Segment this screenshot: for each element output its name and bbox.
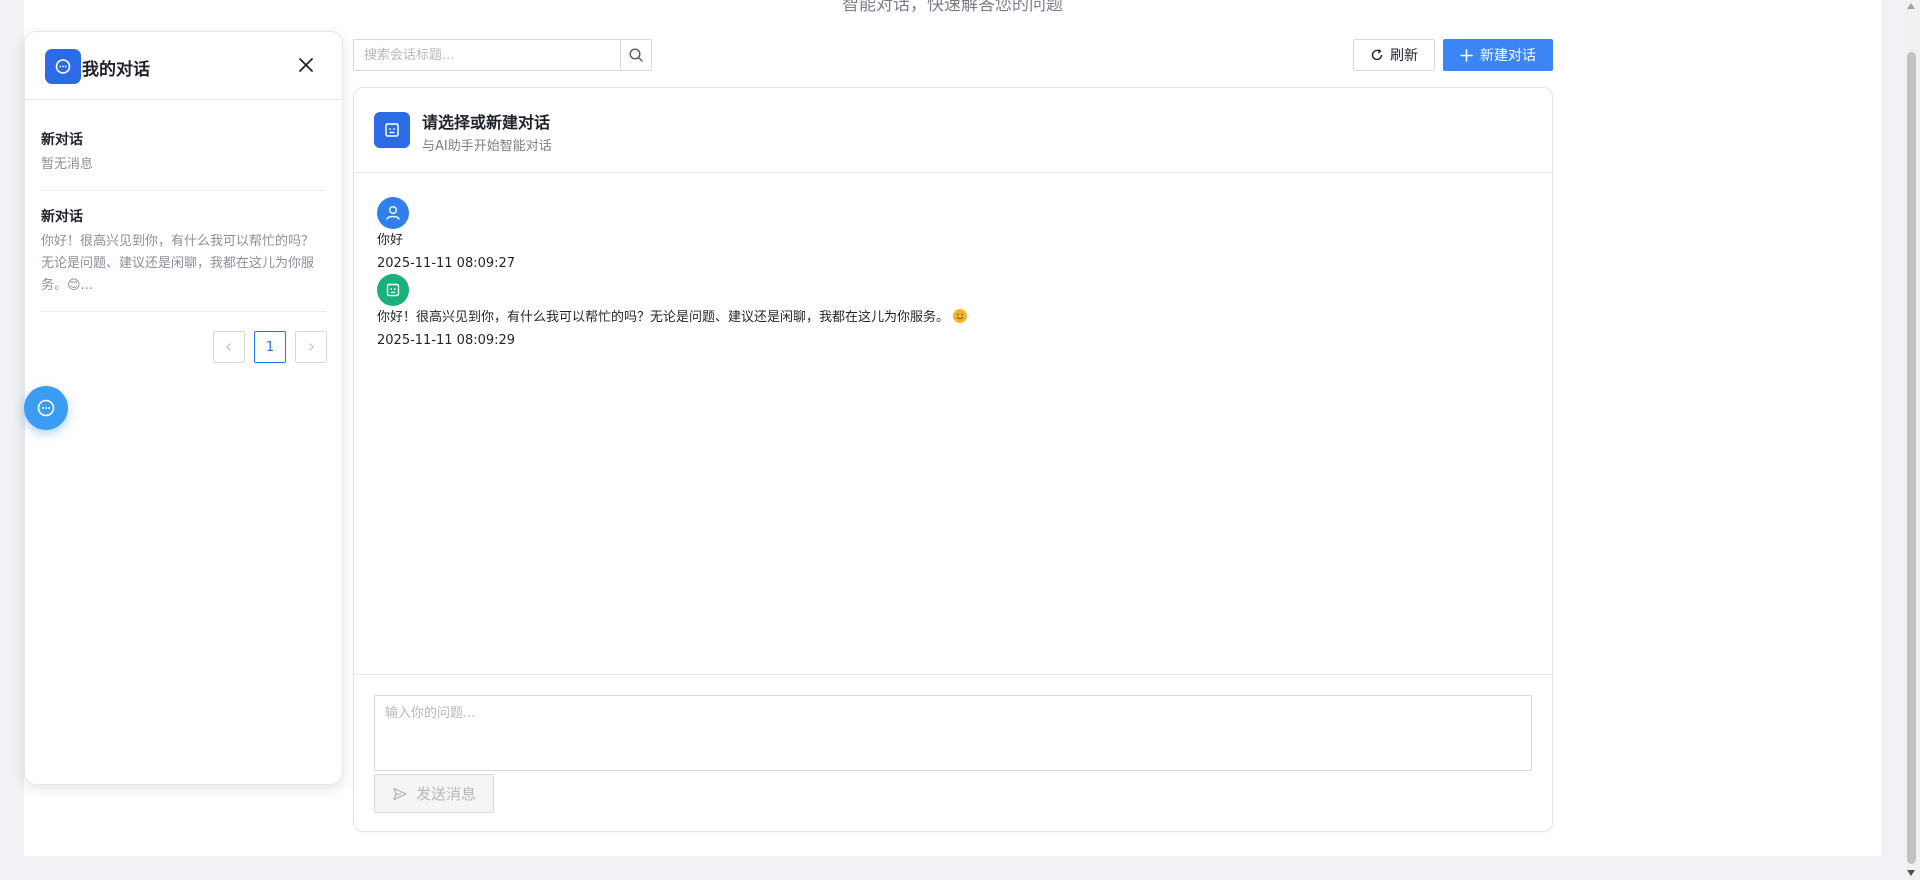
chat-panel: 请选择或新建对话 与AI助手开始智能对话 你好 2025-11-11 08:09…: [353, 87, 1553, 832]
page-scrollbar[interactable]: [1903, 0, 1920, 880]
sidebar-title: 我的对话: [82, 60, 150, 80]
user-icon: [386, 205, 400, 220]
scrollbar-thumb[interactable]: [1907, 52, 1916, 864]
chat-title: 请选择或新建对话: [422, 113, 551, 132]
chat-bubble-icon: [37, 399, 55, 417]
chat-bubble-icon: [45, 49, 81, 84]
scroll-up-arrow-icon[interactable]: [1907, 3, 1915, 9]
message-list: 你好 2025-11-11 08:09:27 你好！很高兴见到你，有什么我可以帮…: [377, 197, 1532, 351]
chat-subtitle: 与AI助手开始智能对话: [422, 139, 552, 154]
refresh-button[interactable]: 刷新: [1353, 39, 1435, 71]
message-composer: 发送消息: [354, 674, 1552, 831]
conversation-preview: 暂无消息: [41, 157, 94, 172]
scroll-down-arrow-icon[interactable]: [1907, 870, 1915, 876]
close-icon[interactable]: [295, 54, 317, 76]
conversation-list: 新对话 暂无消息 新对话 你好！很高兴见到你，有什么我可以帮忙的吗？无论是问题、…: [25, 100, 342, 312]
search-input[interactable]: [353, 39, 620, 71]
search-icon: [629, 48, 643, 62]
conversation-title: 新对话: [41, 209, 83, 225]
conversation-item[interactable]: 新对话 你好！很高兴见到你，有什么我可以帮忙的吗？无论是问题、建议还是闲聊，我都…: [41, 191, 326, 312]
chevron-right-icon: [309, 343, 314, 351]
plus-icon: [1460, 48, 1473, 62]
smile-emoji-icon: [953, 309, 968, 323]
assistant-message: 你好！很高兴见到你，有什么我可以帮忙的吗？无论是问题、建议还是闲聊，我都在这儿为…: [377, 274, 1532, 351]
message-text-row: 你好！很高兴见到你，有什么我可以帮忙的吗？无论是问题、建议还是闲聊，我都在这儿为…: [377, 308, 1532, 328]
bot-avatar: [377, 274, 409, 306]
search-button[interactable]: [620, 39, 652, 71]
robot-icon: [386, 283, 400, 297]
conversation-title: 新对话: [41, 132, 83, 148]
chat-header: 请选择或新建对话 与AI助手开始智能对话: [354, 88, 1552, 173]
send-message-label: 发送消息: [415, 785, 476, 803]
send-icon: [393, 787, 407, 800]
conversation-item[interactable]: 新对话 暂无消息: [41, 114, 326, 191]
user-message: 你好 2025-11-11 08:09:27: [377, 197, 1532, 274]
message-timestamp: 2025-11-11 08:09:27: [377, 256, 516, 271]
message-input[interactable]: [374, 695, 1532, 771]
floating-chat-button[interactable]: [24, 386, 68, 430]
page-subtitle: 智能对话，快速解答您的问题: [842, 0, 1063, 15]
conversation-sidebar: 我的对话 新对话 暂无消息 新对话 你好！很高兴见到你，有什么我可以帮忙的吗？无…: [24, 31, 343, 785]
refresh-label: 刷新: [1390, 48, 1418, 64]
conversation-preview: 你好！很高兴见到你，有什么我可以帮忙的吗？无论是问题、建议还是闲聊，我都在这儿为…: [41, 234, 315, 293]
new-chat-button[interactable]: 新建对话: [1443, 39, 1553, 71]
search-bar: [353, 39, 652, 71]
chevron-left-icon: [226, 343, 231, 351]
refresh-icon: [1371, 49, 1383, 61]
send-message-button[interactable]: 发送消息: [374, 774, 494, 813]
robot-icon: [374, 112, 410, 148]
message-text: 你好: [377, 233, 404, 248]
sidebar-header: 我的对话: [25, 32, 342, 100]
user-avatar: [377, 197, 409, 229]
message-text: 你好！很高兴见到你，有什么我可以帮忙的吗？无论是问题、建议还是闲聊，我都在这儿为…: [377, 310, 950, 325]
pagination: 1: [213, 331, 327, 363]
page-number-button[interactable]: 1: [254, 331, 286, 363]
next-page-button[interactable]: [295, 331, 327, 363]
prev-page-button[interactable]: [213, 331, 245, 363]
message-timestamp: 2025-11-11 08:09:29: [377, 333, 516, 348]
new-chat-label: 新建对话: [1480, 48, 1536, 64]
